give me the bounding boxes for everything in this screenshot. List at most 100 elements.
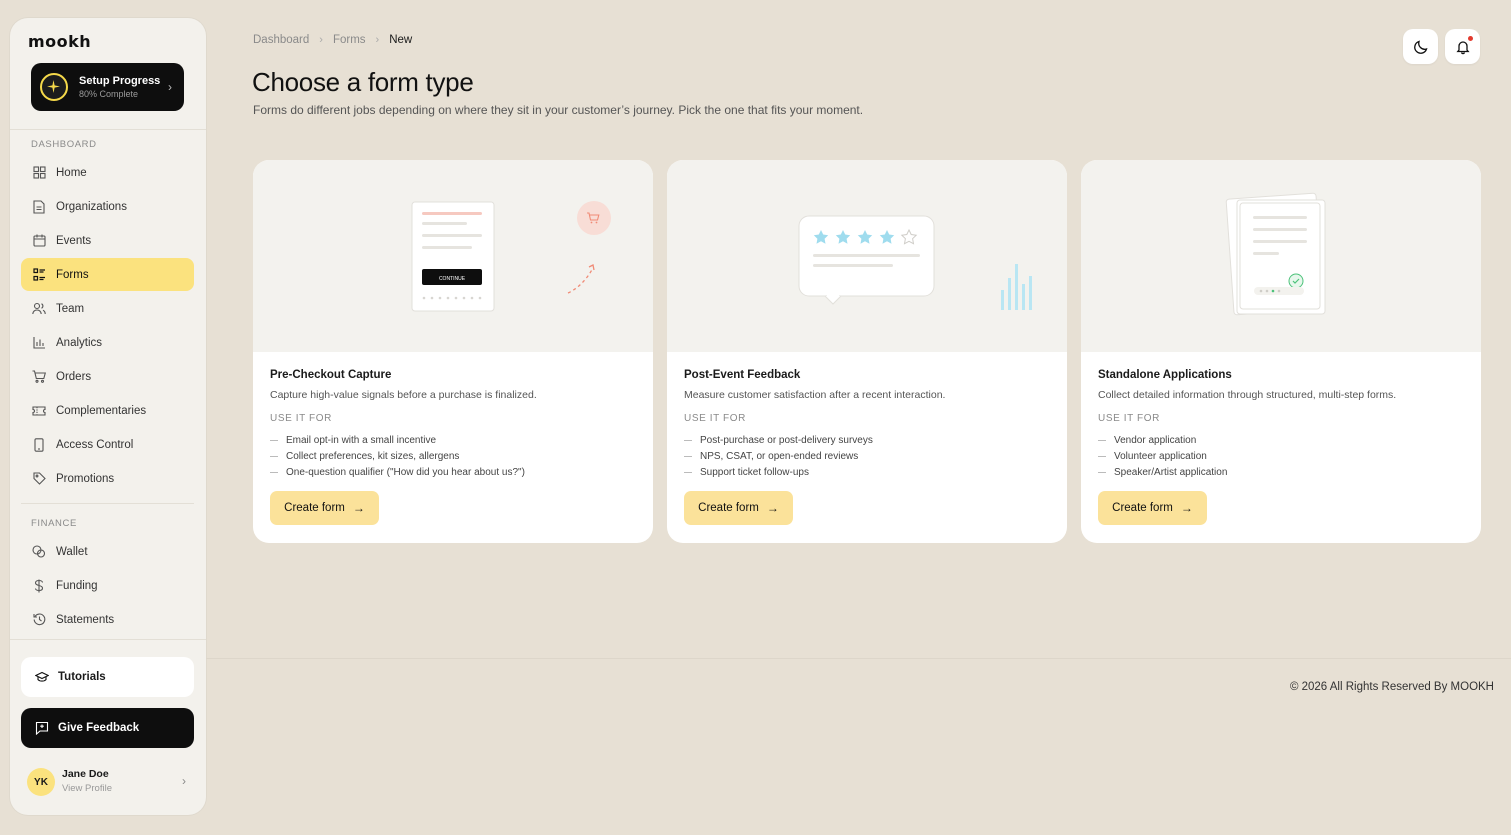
card-title: Post-Event Feedback: [684, 369, 801, 381]
bell-icon: [1455, 40, 1470, 54]
profile-button[interactable]: YK Jane Doe View Profile ›: [21, 763, 194, 801]
document-icon: [32, 199, 46, 214]
sidebar-item-label: Organizations: [56, 200, 127, 213]
list-item: Support ticket follow-ups: [684, 464, 873, 480]
sidebar-item-events[interactable]: Events: [21, 224, 194, 257]
footer-divider: [206, 658, 1511, 659]
use-it-for-label: USE IT FOR: [1098, 413, 1160, 424]
sidebar-item-complementaries[interactable]: Complementaries: [21, 394, 194, 427]
page-title: Choose a form type: [252, 67, 474, 97]
list-item: Volunteer application: [1098, 448, 1227, 464]
sidebar-item-wallet[interactable]: Wallet: [21, 535, 194, 568]
phone-icon: [32, 437, 46, 452]
divider: [21, 503, 194, 504]
sidebar-item-label: Statements: [56, 613, 115, 626]
card-title: Standalone Applications: [1098, 369, 1232, 381]
sidebar-item-label: Analytics: [56, 336, 103, 349]
arrow-right-icon: →: [766, 501, 779, 515]
give-feedback-label: Give Feedback: [58, 722, 140, 734]
sidebar-item-access-control[interactable]: Access Control: [21, 428, 194, 461]
breadcrumb-forms[interactable]: Forms: [333, 34, 366, 46]
profile-name: Jane Doe: [62, 768, 109, 780]
sidebar-item-label: Funding: [56, 579, 98, 592]
chevron-right-icon: ›: [375, 34, 380, 46]
tutorials-label: Tutorials: [58, 671, 106, 683]
users-icon: [32, 302, 46, 316]
coins-icon: [32, 545, 46, 559]
sidebar-item-promotions[interactable]: Promotions: [21, 462, 194, 495]
notifications-button[interactable]: [1445, 29, 1480, 64]
avatar: YK: [27, 768, 55, 796]
list-item: Vendor application: [1098, 432, 1227, 448]
feedback-icon: [35, 721, 49, 735]
sidebar-item-label: Home: [56, 166, 87, 179]
post-event-illustration: [667, 160, 1067, 352]
bar-chart-icon: [32, 336, 46, 350]
create-form-button[interactable]: Create form →: [270, 491, 379, 525]
sidebar-item-label: Forms: [56, 268, 89, 281]
breadcrumb-dashboard[interactable]: Dashboard: [253, 34, 309, 46]
sidebar-item-orders[interactable]: Orders: [21, 360, 194, 393]
dollar-icon: [32, 579, 46, 593]
continue-label: CONTINUE: [439, 276, 466, 282]
divider: [10, 639, 206, 640]
footer-copyright: © 2026 All Rights Reserved By MOOKH: [1289, 681, 1494, 693]
sidebar-item-home[interactable]: Home: [21, 156, 194, 189]
create-form-label: Create form: [284, 502, 345, 514]
list-item: Post-purchase or post-delivery surveys: [684, 432, 873, 448]
page-subtitle: Forms do different jobs depending on whe…: [253, 103, 864, 117]
form-type-card-standalone: Standalone Applications Collect detailed…: [1081, 160, 1481, 543]
use-case-list: Vendor application Volunteer application…: [1098, 432, 1227, 480]
card-description: Capture high-value signals before a purc…: [270, 389, 537, 401]
chevron-right-icon: ›: [319, 34, 323, 46]
sidebar-item-funding[interactable]: Funding: [21, 569, 194, 602]
card-description: Collect detailed information through str…: [1098, 389, 1397, 401]
create-form-label: Create form: [698, 502, 759, 514]
use-case-list: Email opt-in with a small incentive Coll…: [270, 432, 525, 480]
profile-sub: View Profile: [62, 783, 112, 794]
cart-icon: [32, 370, 46, 384]
sidebar-item-organizations[interactable]: Organizations: [21, 190, 194, 223]
grid-icon: [32, 166, 46, 180]
section-label-finance: FINANCE: [31, 518, 77, 529]
graduation-cap-icon: [35, 671, 49, 683]
setup-title: Setup Progress: [79, 75, 161, 87]
ticket-icon: [32, 404, 46, 418]
logo[interactable]: mookh: [28, 32, 91, 51]
list-item: Collect preferences, kit sizes, allergen…: [270, 448, 525, 464]
sidebar-item-statements[interactable]: Statements: [21, 603, 194, 636]
divider: [10, 129, 206, 130]
list-item: Speaker/Artist application: [1098, 464, 1227, 480]
calendar-icon: [32, 234, 46, 248]
give-feedback-button[interactable]: Give Feedback: [21, 708, 194, 748]
sidebar-item-team[interactable]: Team: [21, 292, 194, 325]
sidebar-item-label: Complementaries: [56, 404, 147, 417]
create-form-button[interactable]: Create form →: [684, 491, 793, 525]
sidebar-item-analytics[interactable]: Analytics: [21, 326, 194, 359]
progress-ring: [40, 73, 68, 101]
history-icon: [32, 613, 46, 627]
list-item: Email opt-in with a small incentive: [270, 432, 525, 448]
sidebar-item-forms[interactable]: Forms: [21, 258, 194, 291]
setup-progress-button[interactable]: Setup Progress 80% Complete ›: [31, 63, 184, 111]
form-type-card-post-event: Post-Event Feedback Measure customer sat…: [667, 160, 1067, 543]
tutorials-button[interactable]: Tutorials: [21, 657, 194, 697]
sparkle-icon: [47, 80, 60, 93]
card-description: Measure customer satisfaction after a re…: [684, 389, 946, 401]
pre-checkout-illustration: CONTINUE: [253, 160, 653, 352]
sidebar: mookh Setup Progress 80% Complete › DASH…: [10, 18, 206, 815]
form-type-card-pre-checkout: CONTINUE Pre-Checkout Capture Capture hi…: [253, 160, 653, 543]
sidebar-item-label: Wallet: [56, 545, 88, 558]
notification-dot: [1468, 36, 1473, 41]
arrow-right-icon: →: [352, 501, 365, 515]
dark-mode-toggle[interactable]: [1403, 29, 1438, 64]
standalone-illustration: [1081, 160, 1481, 352]
breadcrumb-current: New: [389, 34, 413, 46]
form-list-icon: [32, 268, 46, 282]
create-form-button[interactable]: Create form →: [1098, 491, 1207, 525]
arrow-right-icon: →: [1180, 501, 1193, 515]
sidebar-item-label: Access Control: [56, 438, 134, 451]
section-label-dashboard: DASHBOARD: [31, 139, 97, 150]
chevron-right-icon: ›: [168, 80, 172, 94]
use-it-for-label: USE IT FOR: [684, 413, 746, 424]
